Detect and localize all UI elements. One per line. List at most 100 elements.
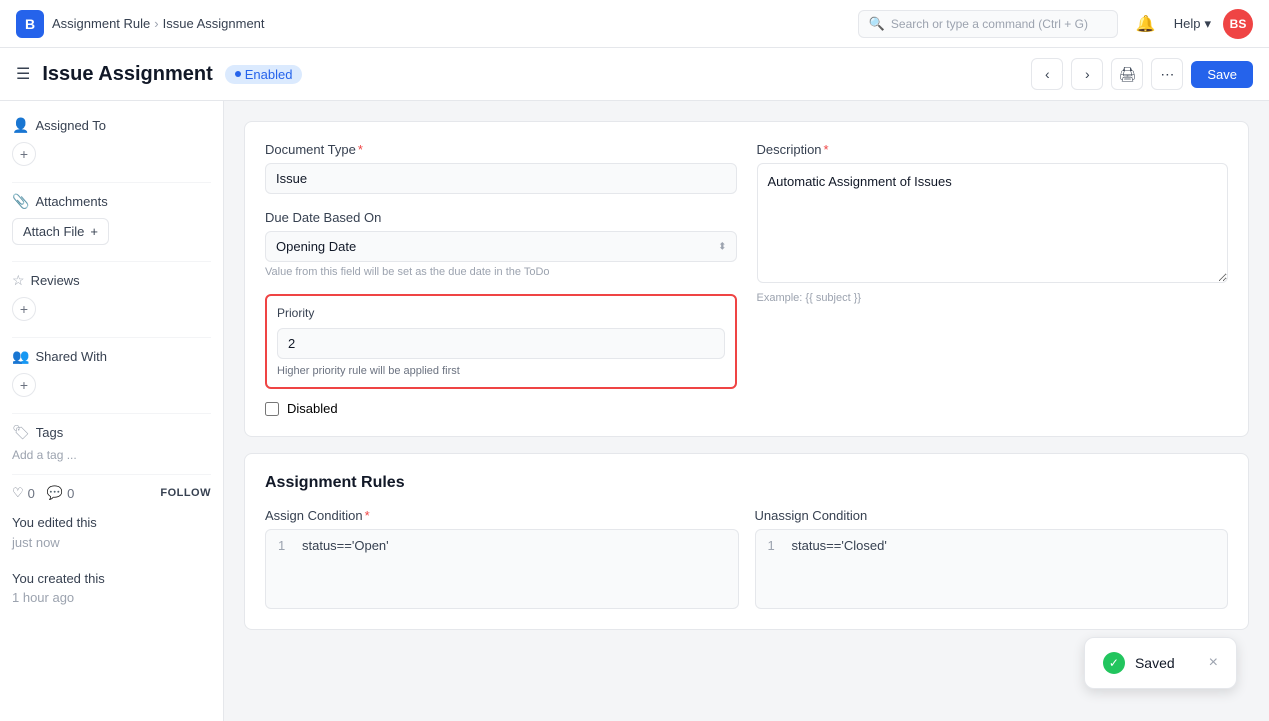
user-icon: 👤 <box>12 117 29 134</box>
assign-required-star: * <box>365 508 370 523</box>
attach-file-button[interactable]: Attach File + <box>12 218 109 245</box>
add-tag-link[interactable]: Add a tag ... <box>12 448 77 462</box>
likes-count: ♡ 0 <box>12 485 35 501</box>
attachments-section: 📎 Attachments Attach File + <box>12 193 211 245</box>
heart-icon: ♡ <box>12 485 24 501</box>
due-date-select-wrapper: Opening Date ⬍ <box>265 231 737 262</box>
assign-condition-value: status=='Open' <box>302 538 389 553</box>
shared-with-label: 👥 Shared With <box>12 348 211 365</box>
sidebar: 👤 Assigned To + 📎 Attachments Attach Fil… <box>0 101 224 721</box>
unassign-line-number: 1 <box>768 538 780 553</box>
left-column: Document Type * Due Date Based On Openin… <box>265 142 737 416</box>
more-options-button[interactable]: ⋯ <box>1151 58 1183 90</box>
breadcrumb-assignment-rule[interactable]: Assignment Rule <box>52 16 150 31</box>
save-button[interactable]: Save <box>1191 61 1253 88</box>
comment-icon: 💬 <box>47 485 63 501</box>
right-column: Description * Automatic Assignment of Is… <box>757 142 1229 416</box>
toast-close-button[interactable]: × <box>1209 654 1218 672</box>
activity-item-1: You edited this just now <box>12 513 211 552</box>
activity-item-2: You created this 1 hour ago <box>12 569 211 608</box>
help-label: Help <box>1174 16 1201 31</box>
priority-box: Priority 2 Higher priority rule will be … <box>265 294 737 389</box>
star-icon: ☆ <box>12 272 25 289</box>
status-badge: Enabled <box>225 65 303 84</box>
description-example: Example: {{ subject }} <box>757 292 1229 304</box>
search-icon: 🔍 <box>869 16 885 32</box>
toast-message: Saved <box>1135 655 1175 671</box>
disabled-checkbox[interactable] <box>265 402 279 416</box>
unassign-condition-field: Unassign Condition 1 status=='Closed' <box>755 508 1229 609</box>
top-navigation: B Assignment Rule › Issue Assignment 🔍 S… <box>0 0 1269 48</box>
plus-icon: + <box>90 224 98 239</box>
unassign-condition-label: Unassign Condition <box>755 508 1229 523</box>
status-label: Enabled <box>245 67 293 82</box>
assignment-rules-title: Assignment Rules <box>265 474 1228 492</box>
search-bar[interactable]: 🔍 Search or type a command (Ctrl + G) <box>858 10 1118 38</box>
breadcrumb-sep-1: › <box>154 16 158 31</box>
search-placeholder: Search or type a command (Ctrl + G) <box>891 17 1088 31</box>
assign-condition-code[interactable]: 1 status=='Open' <box>265 529 739 609</box>
notifications-button[interactable]: 🔔 <box>1130 8 1162 40</box>
shared-with-section: 👥 Shared With + <box>12 348 211 397</box>
breadcrumb: Assignment Rule › Issue Assignment <box>52 16 265 31</box>
description-textarea[interactable]: Automatic Assignment of Issues <box>757 163 1229 283</box>
description-field: Description * Automatic Assignment of Is… <box>757 142 1229 304</box>
tag-icon: 🏷 <box>12 424 30 441</box>
assign-line-number: 1 <box>278 538 290 553</box>
paperclip-icon: 📎 <box>12 193 29 210</box>
document-type-field: Document Type * <box>265 142 737 194</box>
topnav-right: 🔍 Search or type a command (Ctrl + G) 🔔 … <box>858 8 1253 40</box>
print-button[interactable]: 🖨 <box>1111 58 1143 90</box>
due-date-hint: Value from this field will be set as the… <box>265 266 737 278</box>
assigned-to-label: 👤 Assigned To <box>12 117 211 134</box>
rules-grid: Assign Condition * 1 status=='Open' Unas… <box>265 508 1228 609</box>
page-title: Issue Assignment <box>42 63 212 86</box>
app-icon: B <box>16 10 44 38</box>
due-date-select[interactable]: Opening Date <box>265 231 737 262</box>
add-assigned-to-button[interactable]: + <box>12 142 36 166</box>
page-header: ☰ Issue Assignment Enabled ‹ › 🖨 ⋯ Save <box>0 48 1269 101</box>
required-star: * <box>358 142 363 157</box>
page-header-actions: ‹ › 🖨 ⋯ Save <box>1031 58 1253 90</box>
unassign-condition-code[interactable]: 1 status=='Closed' <box>755 529 1229 609</box>
tags-label: 🏷 Tags <box>12 424 211 441</box>
hamburger-icon[interactable]: ☰ <box>16 64 30 84</box>
breadcrumb-issue-assignment[interactable]: Issue Assignment <box>163 16 265 31</box>
disabled-label: Disabled <box>287 401 338 416</box>
due-date-label: Due Date Based On <box>265 210 737 225</box>
add-shared-with-button[interactable]: + <box>12 373 36 397</box>
assign-code-line: 1 status=='Open' <box>278 538 726 553</box>
due-date-field: Due Date Based On Opening Date ⬍ Value f… <box>265 210 737 278</box>
add-review-button[interactable]: + <box>12 297 36 321</box>
attach-file-label: Attach File <box>23 224 84 239</box>
description-label: Description * <box>757 142 1229 157</box>
follow-button[interactable]: FOLLOW <box>160 487 211 499</box>
next-button[interactable]: › <box>1071 58 1103 90</box>
toast-check-icon: ✓ <box>1103 652 1125 674</box>
priority-label: Priority <box>277 306 725 320</box>
prev-button[interactable]: ‹ <box>1031 58 1063 90</box>
document-type-label: Document Type * <box>265 142 737 157</box>
reviews-section: ☆ Reviews + <box>12 272 211 321</box>
reviews-label: ☆ Reviews <box>12 272 211 289</box>
description-required-star: * <box>824 142 829 157</box>
attachments-label: 📎 Attachments <box>12 193 211 210</box>
chevron-down-icon: ▾ <box>1204 16 1211 32</box>
comments-count: 💬 0 <box>47 485 74 501</box>
assignment-rules-card: Assignment Rules Assign Condition * 1 st… <box>244 453 1249 630</box>
status-dot <box>235 71 241 77</box>
help-button[interactable]: Help ▾ <box>1174 16 1211 32</box>
disabled-row: Disabled <box>265 401 737 416</box>
main-layout: 👤 Assigned To + 📎 Attachments Attach Fil… <box>0 101 1269 721</box>
form-grid: Document Type * Due Date Based On Openin… <box>265 142 1228 416</box>
saved-toast: ✓ Saved × <box>1084 637 1237 689</box>
unassign-condition-value: status=='Closed' <box>792 538 887 553</box>
assign-condition-label: Assign Condition * <box>265 508 739 523</box>
document-type-input[interactable] <box>265 163 737 194</box>
unassign-code-line: 1 status=='Closed' <box>768 538 1216 553</box>
tags-section: 🏷 Tags Add a tag ... <box>12 424 211 462</box>
activity-log: You edited this just now You created thi… <box>12 513 211 608</box>
share-icon: 👥 <box>12 348 29 365</box>
avatar: BS <box>1223 9 1253 39</box>
main-form-card: Document Type * Due Date Based On Openin… <box>244 121 1249 437</box>
